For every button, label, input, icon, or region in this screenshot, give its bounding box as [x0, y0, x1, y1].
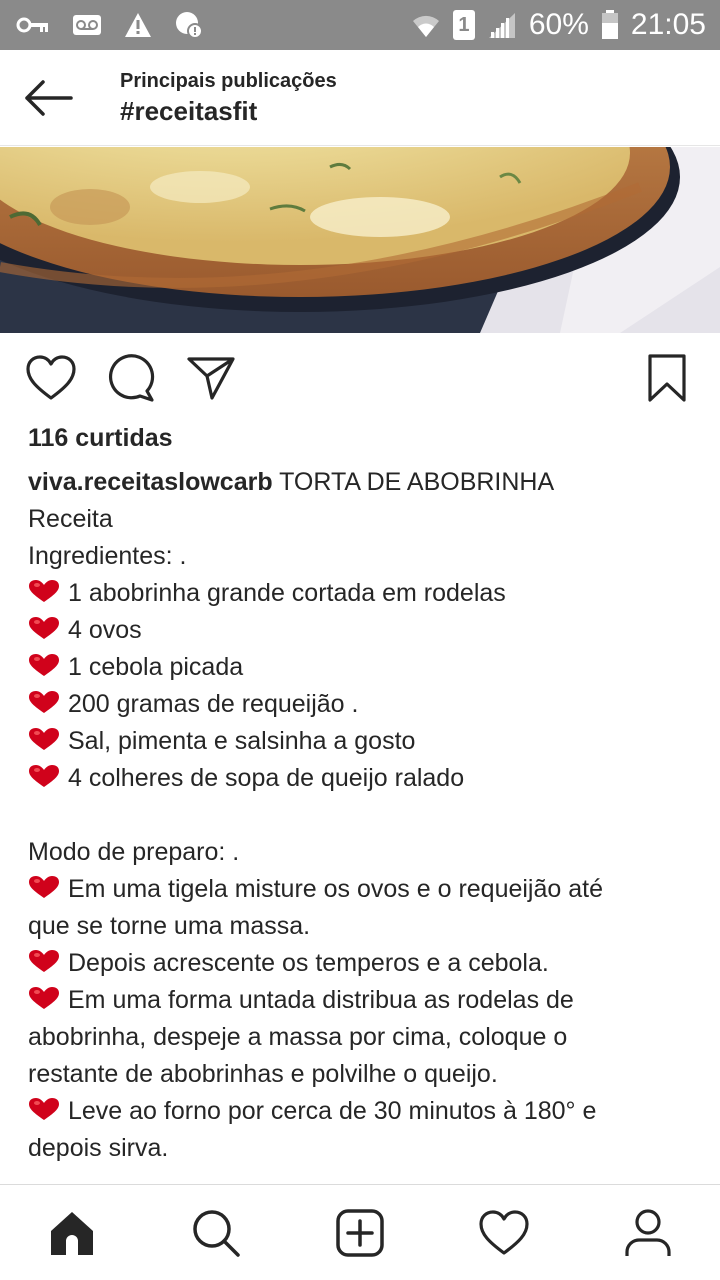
- clock: 21:05: [630, 8, 706, 41]
- caption-line-text: 200 gramas de requeijão .: [68, 690, 359, 718]
- arrow-left-icon: [25, 80, 73, 116]
- like-button[interactable]: [24, 352, 78, 404]
- caption-line-text: Modo de preparo: .: [28, 838, 240, 866]
- search-icon: [193, 1210, 240, 1257]
- bookmark-icon: [648, 354, 686, 402]
- red-heart-emoji-icon: [28, 688, 60, 713]
- activity-heart-icon: [479, 1210, 529, 1255]
- red-heart-emoji-icon: [28, 651, 60, 676]
- caption-line: Em uma tigela misture os ovos e o requei…: [28, 871, 700, 908]
- caption-title: TORTA DE ABOBRINHA: [272, 468, 555, 496]
- caption-line: Depois acrescente os temperos e a cebola…: [28, 945, 700, 982]
- caption-line: 4 colheres de sopa de queijo ralado: [28, 760, 700, 797]
- author-username[interactable]: viva.receitaslowcarb: [28, 468, 273, 496]
- nav-activity[interactable]: [474, 1203, 534, 1263]
- save-button[interactable]: [640, 352, 694, 404]
- caption-line-text: 4 colheres de sopa de queijo ralado: [68, 764, 465, 792]
- sim-icon: 1: [452, 10, 475, 40]
- red-heart-emoji-icon: [28, 1095, 60, 1120]
- red-heart-emoji-icon: [28, 984, 60, 1009]
- red-heart-emoji-icon: [28, 873, 60, 898]
- post-photo[interactable]: [0, 147, 720, 333]
- status-bar: 1 60% 21:05: [0, 0, 720, 50]
- voicemail-icon: [73, 15, 101, 35]
- page-title: #receitasfit: [120, 96, 258, 126]
- chat-alert-icon: [176, 12, 203, 39]
- caption-line: depois sirva.: [28, 1130, 700, 1167]
- share-button[interactable]: [184, 352, 238, 404]
- caption-line: que se torne uma massa.: [28, 908, 700, 945]
- new-post-icon: [336, 1209, 384, 1257]
- caption-line: 4 ovos: [28, 612, 700, 649]
- caption-line: restante de abobrinhas e polvilhe o quei…: [28, 1056, 700, 1093]
- caption-line-text: Depois acrescente os temperos e a cebola…: [68, 949, 549, 977]
- caption-line-text: Ingredientes: .: [28, 542, 187, 570]
- caption-line-text: Receita: [28, 505, 113, 533]
- status-left-icons: [16, 10, 204, 40]
- caption-line-text: que se torne uma massa.: [28, 912, 311, 940]
- nav-search[interactable]: [186, 1203, 246, 1263]
- caption-line: Receita: [28, 501, 700, 538]
- back-button[interactable]: [20, 74, 76, 122]
- caption-line-text: Em uma forma untada distribua as rodelas…: [68, 986, 574, 1014]
- red-heart-emoji-icon: [28, 577, 60, 602]
- header-subtitle: Principais publicações: [120, 70, 337, 92]
- caption-line-text: abobrinha, despeje a massa por cima, col…: [28, 1023, 568, 1051]
- caption-line: Ingredientes: .: [28, 538, 700, 575]
- likes-count[interactable]: 116 curtidas: [28, 424, 173, 453]
- signal-icon: [488, 13, 515, 38]
- caption-line-text: 1 abobrinha grande cortada em rodelas: [68, 579, 506, 607]
- pie-photo: [0, 147, 720, 333]
- caption-line-text: Sal, pimenta e salsinha a gosto: [68, 727, 416, 755]
- wifi-icon: [412, 15, 439, 37]
- caption-line: Sal, pimenta e salsinha a gosto: [28, 723, 700, 760]
- caption-line: 1 cebola picada: [28, 649, 700, 686]
- caption-line-text: restante de abobrinhas e polvilhe o quei…: [28, 1060, 498, 1088]
- red-heart-emoji-icon: [28, 947, 60, 972]
- share-icon: [187, 357, 235, 400]
- warning-icon: [125, 13, 151, 37]
- caption-line-text: Em uma tigela misture os ovos e o requei…: [68, 875, 603, 903]
- red-heart-emoji-icon: [28, 725, 60, 750]
- profile-icon: [625, 1209, 671, 1256]
- caption-line: Leve ao forno por cerca de 30 minutos à …: [28, 1093, 700, 1130]
- caption-line-text: 1 cebola picada: [68, 653, 244, 681]
- post-action-row: [0, 344, 720, 410]
- caption-line: Modo de preparo: .: [28, 834, 700, 871]
- nav-profile[interactable]: [618, 1203, 678, 1263]
- battery-percent: 60%: [528, 8, 589, 41]
- bottom-navigation: [0, 1184, 720, 1280]
- home-icon: [51, 1212, 93, 1255]
- caption-line: Em uma forma untada distribua as rodelas…: [28, 982, 700, 1019]
- comment-button[interactable]: [104, 352, 158, 404]
- caption-line: 1 abobrinha grande cortada em rodelas: [28, 575, 700, 612]
- key-icon: [16, 17, 48, 33]
- caption-line-text: 4 ovos: [68, 616, 142, 644]
- nav-home[interactable]: [42, 1203, 102, 1263]
- red-heart-emoji-icon: [28, 614, 60, 639]
- caption-line-text: depois sirva.: [28, 1134, 169, 1162]
- caption-line-text: Leve ao forno por cerca de 30 minutos à …: [68, 1097, 597, 1125]
- nav-new-post[interactable]: [330, 1203, 390, 1263]
- heart-icon: [26, 355, 76, 400]
- battery-icon: [601, 10, 618, 39]
- red-heart-emoji-icon: [28, 762, 60, 787]
- caption-line: [28, 797, 700, 834]
- top-header: Principais publicações #receitasfit: [0, 50, 720, 146]
- comment-icon: [108, 354, 155, 402]
- post-caption: viva.receitaslowcarb TORTA DE ABOBRINHA …: [28, 464, 700, 1167]
- caption-first-line: viva.receitaslowcarb TORTA DE ABOBRINHA: [28, 464, 700, 501]
- status-right-icons: 1 60% 21:05: [411, 6, 706, 44]
- caption-line: abobrinha, despeje a massa por cima, col…: [28, 1019, 700, 1056]
- caption-line: 200 gramas de requeijão .: [28, 686, 700, 723]
